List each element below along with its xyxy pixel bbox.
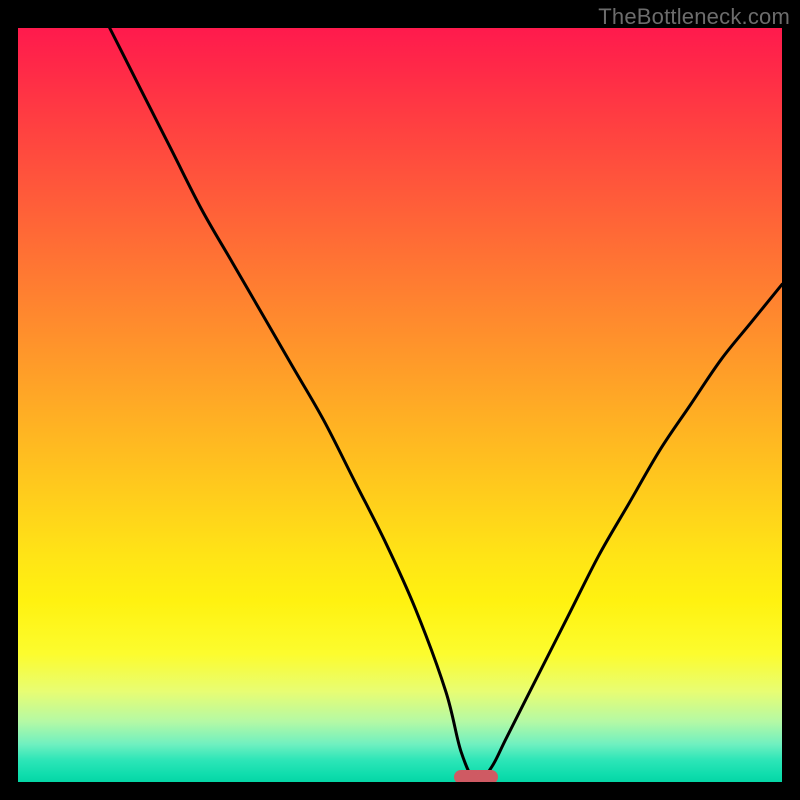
bottleneck-curve-path [110,28,782,782]
minimum-marker [454,770,498,782]
watermark-text: TheBottleneck.com [598,4,790,30]
chart-frame: TheBottleneck.com [0,0,800,800]
plot-area [18,28,782,782]
bottleneck-curve [18,28,782,782]
